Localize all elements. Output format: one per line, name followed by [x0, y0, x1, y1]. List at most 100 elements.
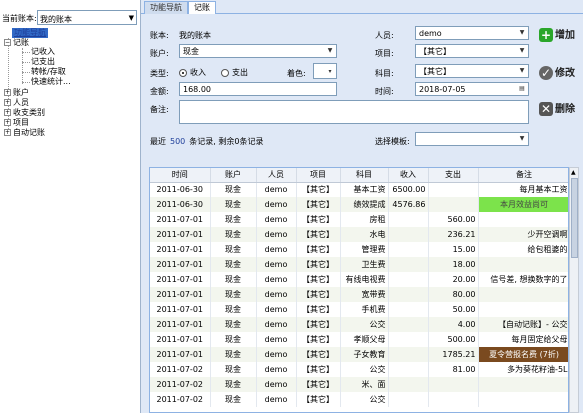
table-row[interactable]: 2011-06-30 现金 demo 【其它】 基本工资 6500.00 每月基本工资 — [150, 182, 568, 197]
chevron-down-icon: ▼ — [519, 47, 525, 54]
template-select[interactable]: ▼ — [415, 132, 529, 146]
cell-expense: 4.00 — [428, 317, 479, 332]
collapse-icon[interactable]: − — [4, 39, 11, 46]
column-header-category[interactable]: 科目 — [340, 168, 389, 183]
tree-item-transfer[interactable]: 转帐/存取 — [31, 67, 66, 77]
cell-time: 2011-07-01 — [150, 242, 211, 257]
cell-note: 夏令营报名费 (7折) — [478, 347, 568, 362]
cell-expense: 20.00 — [428, 272, 479, 287]
column-header-account[interactable]: 账户 — [210, 168, 257, 183]
tree-item-categories[interactable]: + 收支类别 — [4, 108, 45, 118]
column-header-project[interactable]: 项目 — [296, 168, 341, 183]
table-row[interactable]: 2011-07-02 现金 demo 【其它】 公交 — [150, 392, 568, 407]
type-income-radio[interactable]: 收入 — [179, 67, 206, 78]
recent-count[interactable]: 500 — [170, 137, 185, 146]
cell-income — [388, 287, 429, 302]
cell-income — [388, 392, 429, 407]
expand-icon[interactable]: + — [4, 119, 11, 126]
tree-item-projects[interactable]: + 项目 — [4, 118, 29, 128]
table-row[interactable]: 2011-07-01 现金 demo 【其它】 手机费 50.00 — [150, 302, 568, 317]
cell-category: 公交 — [340, 317, 389, 332]
column-header-time[interactable]: 时间 — [150, 168, 211, 183]
chevron-down-icon: ▼ — [519, 135, 525, 142]
table-row[interactable]: 2011-06-30 现金 demo 【其它】 绩效提成 4576.86 本月效益尚可 — [150, 197, 568, 212]
table-row[interactable]: 2011-07-02 现金 demo 【其它】 米、面 — [150, 377, 568, 392]
tree-item-record[interactable]: − 记账 — [4, 38, 29, 48]
cell-income — [388, 212, 429, 227]
tab-bar: 功能导航 记账 — [141, 0, 583, 15]
expand-icon[interactable]: + — [4, 89, 11, 96]
expand-icon[interactable]: + — [4, 99, 11, 106]
cell-income — [388, 332, 429, 347]
amount-label: 金额: — [150, 87, 169, 96]
account-value: 现金 — [183, 47, 199, 56]
cell-project: 【其它】 — [296, 212, 341, 227]
scroll-up-icon[interactable]: ▲ — [571, 169, 576, 176]
close-icon: ✕ — [539, 102, 553, 116]
cell-person: demo — [256, 362, 297, 377]
cell-note: 本月效益尚可 — [478, 197, 568, 212]
grid-scrollbar[interactable]: ▲ — [569, 167, 579, 413]
cell-income — [388, 362, 429, 377]
tree-item-nav[interactable]: 功能导航 — [12, 28, 48, 38]
tree-item-auto-record[interactable]: + 自动记账 — [4, 128, 45, 138]
cell-income — [388, 242, 429, 257]
account-select[interactable]: 现金 ▼ — [179, 44, 337, 58]
cell-note: 【自动记账】- 公交 — [478, 317, 568, 332]
cell-income — [388, 317, 429, 332]
table-row[interactable]: 2011-07-01 现金 demo 【其它】 管理费 15.00 给包租婆的 — [150, 242, 568, 257]
type-expense-radio[interactable]: 支出 — [221, 67, 248, 78]
table-row[interactable]: 2011-07-01 现金 demo 【其它】 孝顺父母 500.00 每月固定给父母 — [150, 332, 568, 347]
cell-project: 【其它】 — [296, 197, 341, 212]
cell-time: 2011-07-02 — [150, 362, 211, 377]
note-input[interactable] — [179, 100, 529, 124]
add-button[interactable]: + 增加 — [539, 26, 575, 42]
column-header-person[interactable]: 人员 — [256, 168, 297, 183]
tree-item-quick-stats[interactable]: 快速统计... — [31, 77, 71, 87]
tree-item-accounts[interactable]: + 账户 — [4, 88, 29, 98]
cell-income: 6500.00 — [388, 182, 429, 197]
project-select[interactable]: 【其它】 ▼ — [415, 44, 529, 58]
category-label: 科目: — [375, 69, 394, 78]
person-select[interactable]: demo ▼ — [415, 26, 529, 40]
delete-button[interactable]: ✕ 删除 — [539, 100, 575, 116]
cell-note: 每月固定给父母 — [478, 332, 568, 347]
column-header-income[interactable]: 收入 — [388, 168, 429, 183]
cell-expense: 1785.21 — [428, 347, 479, 362]
expand-icon[interactable]: + — [4, 109, 11, 116]
tree-item-people[interactable]: + 人员 — [4, 98, 29, 108]
sidebar: 当前账本: 我的账本 ▼ 功能导航 − 记账 记收入 记支出 转帐/存取 快速统计… — [0, 0, 141, 413]
cell-expense — [428, 182, 479, 197]
table-row[interactable]: 2011-07-01 现金 demo 【其它】 卫生费 18.00 — [150, 257, 568, 272]
edit-button[interactable]: ✓ 修改 — [539, 64, 575, 80]
tree-item-expense[interactable]: 记支出 — [31, 57, 55, 67]
current-account-select[interactable]: 我的账本 ▼ — [37, 10, 137, 25]
table-row[interactable]: 2011-07-02 现金 demo 【其它】 公交 81.00 多为葵花籽油-5L — [150, 362, 568, 377]
table-row[interactable]: 2011-07-01 现金 demo 【其它】 公交 4.00 【自动记账】- 公交 — [150, 317, 568, 332]
cell-project: 【其它】 — [296, 317, 341, 332]
table-row[interactable]: 2011-07-01 现金 demo 【其它】 有线电视费 20.00 信号差, 想换数字的… — [150, 272, 568, 287]
table-row[interactable]: 2011-07-01 现金 demo 【其它】 水电 236.21 少开空调啊 — [150, 227, 568, 242]
cell-note — [478, 287, 568, 302]
cell-project: 【其它】 — [296, 182, 341, 197]
time-picker[interactable]: 2018-07-05 ▤ — [415, 82, 529, 96]
tab-record[interactable]: 记账 — [188, 1, 216, 15]
column-header-note[interactable]: 备注 — [478, 168, 568, 183]
amount-input[interactable]: 168.00 — [179, 82, 337, 96]
cell-income — [388, 377, 429, 392]
column-header-expense[interactable]: 支出 — [428, 168, 479, 183]
table-row[interactable]: 2011-07-01 现金 demo 【其它】 房租 560.00 — [150, 212, 568, 227]
category-select[interactable]: 【其它】 ▼ — [415, 64, 529, 78]
expand-icon[interactable]: + — [4, 129, 11, 136]
cell-note: 少开空调啊 — [478, 227, 568, 242]
table-row[interactable]: 2011-07-01 现金 demo 【其它】 宽带费 80.00 — [150, 287, 568, 302]
tab-nav[interactable]: 功能导航 — [144, 1, 188, 14]
grid-body: 2011-06-30 现金 demo 【其它】 基本工资 6500.00 每月基本工资 201… — [150, 182, 568, 407]
color-picker[interactable]: ▾ — [313, 63, 337, 79]
cell-person: demo — [256, 272, 297, 287]
cell-income: 4576.86 — [388, 197, 429, 212]
table-row[interactable]: 2011-07-01 现金 demo 【其它】 子女教育 1785.21 夏令营报名费 (7… — [150, 347, 568, 362]
scrollbar-thumb[interactable] — [571, 178, 578, 258]
tree-item-income[interactable]: 记收入 — [31, 47, 55, 57]
cell-project: 【其它】 — [296, 272, 341, 287]
